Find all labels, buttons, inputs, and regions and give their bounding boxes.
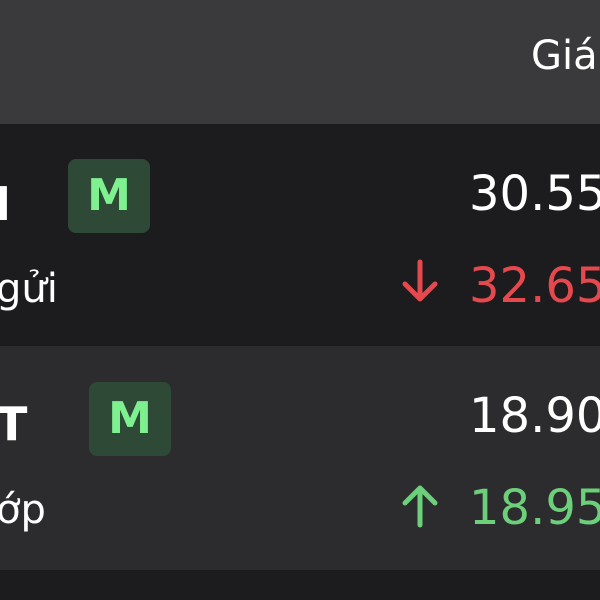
stock-name: ớp <box>0 487 46 533</box>
arrow-up-icon <box>402 485 438 528</box>
table-row[interactable] <box>0 570 600 600</box>
current-price: 30.55 <box>469 166 600 222</box>
table-row[interactable]: I M gửi 30.55 32.65 <box>0 124 600 346</box>
arrow-down-icon <box>402 259 438 302</box>
stock-watchlist-screen: Giá I M gửi 30.55 32.65 T M ớp 18.90 18.… <box>0 0 600 600</box>
price-column-header[interactable]: Giá <box>531 28 598 84</box>
stock-symbol: I <box>0 177 12 231</box>
reference-price: 18.95 <box>469 480 600 536</box>
table-row[interactable]: T M ớp 18.90 18.95 <box>0 346 600 570</box>
reference-price: 32.65 <box>469 258 600 314</box>
market-badge: M <box>68 159 150 233</box>
market-badge: M <box>89 382 171 456</box>
stock-symbol: T <box>0 397 28 451</box>
current-price: 18.90 <box>469 388 600 444</box>
table-header: Giá <box>0 0 600 124</box>
stock-name: gửi <box>0 266 58 312</box>
